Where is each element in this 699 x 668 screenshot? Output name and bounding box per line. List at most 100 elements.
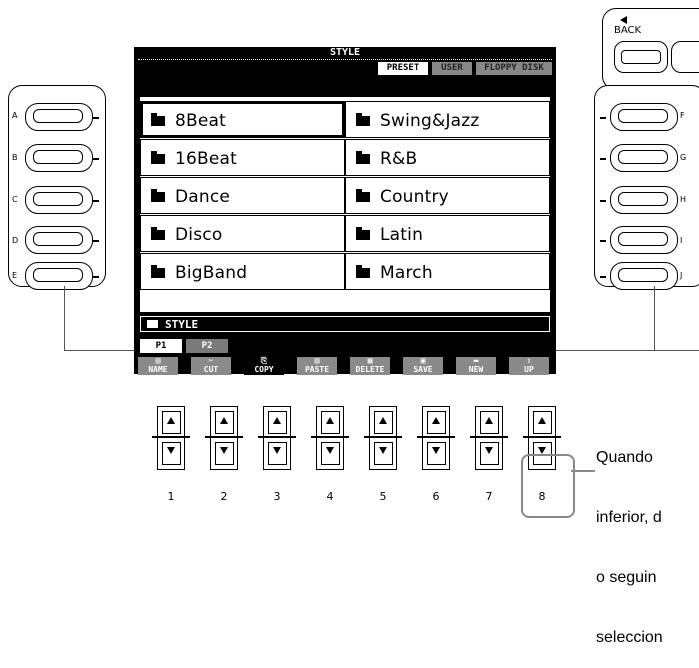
button-number-4: 4 [326,490,334,503]
side-letter-g: G [680,153,687,162]
side-dash [93,158,99,160]
list-item-8beat[interactable]: 8Beat [140,101,345,138]
list-item-label: Country [380,187,449,207]
side-dash [600,200,606,202]
side-button-b[interactable] [25,144,93,172]
connector-line [64,350,134,351]
side-button-f[interactable] [610,103,678,131]
side-letter-e: E [12,271,18,280]
new-folder-icon: ▬ [473,356,479,365]
func-delete[interactable]: ▦ DELETE [350,357,390,375]
side-button-g[interactable] [610,144,678,172]
paired-button-1[interactable] [152,406,190,470]
list-item-dance[interactable]: Dance [140,177,345,214]
func-label: DELETE [355,365,385,374]
side-letter-i: I [680,236,683,245]
paired-button-5[interactable] [364,406,402,470]
list-item-bigband[interactable]: BigBand [140,253,345,290]
instruction-note: Quando inferior, d o seguin seleccion [596,408,663,668]
side-button-a[interactable] [25,103,93,131]
copy-icon: ⎘ [260,356,268,365]
list-item-r-and-b[interactable]: R&B [345,139,550,176]
highlight-callout [521,454,575,518]
side-dash [600,240,606,242]
tab-floppy-disk[interactable]: FLOPPY DISK [476,62,552,75]
folder-icon [151,151,165,164]
page-tab-p2[interactable]: P2 [186,339,228,353]
side-button-d[interactable] [25,226,93,254]
scissors-icon: ✂ [208,356,214,365]
func-copy[interactable]: ⎘ COPY [244,357,284,375]
back-label: BACK [614,25,642,36]
side-letter-a: A [12,111,18,120]
name-icon: ▤ [155,356,161,365]
side-dash [600,276,606,278]
divider [205,436,243,438]
paired-button-3[interactable] [258,406,296,470]
paired-button-6[interactable] [417,406,455,470]
up-arrow-icon [326,417,334,424]
func-paste[interactable]: ▥ PASTE [297,357,337,375]
next-button[interactable] [671,41,699,73]
up-arrow-icon [167,417,175,424]
paired-button-4[interactable] [311,406,349,470]
tab-preset[interactable]: PRESET [378,62,428,75]
button-number-2: 2 [220,490,228,503]
list-item-16beat[interactable]: 16Beat [140,139,345,176]
side-button-c[interactable] [25,186,93,214]
folder-icon [356,151,370,164]
list-item-swing-jazz[interactable]: Swing&Jazz [345,101,550,138]
side-dash [93,276,99,278]
note-line: Quando [596,449,653,466]
folder-icon [356,265,370,278]
folder-icon [151,113,165,126]
button-number-1: 1 [167,490,175,503]
list-item-label: R&B [380,149,418,169]
style-list: 8Beat 16Beat Dance Disco BigBand Swing&J… [140,97,550,312]
func-label: NEW [468,365,484,374]
func-label: SAVE [413,365,433,374]
tab-user[interactable]: USER [432,62,472,75]
side-button-i[interactable] [610,226,678,254]
folder-icon [147,320,158,328]
page-tab-p1[interactable]: P1 [140,339,182,353]
button-number-3: 3 [273,490,281,503]
back-arrow-icon [620,16,627,24]
list-item-latin[interactable]: Latin [345,215,550,252]
list-item-label: 8Beat [175,111,227,131]
delete-icon: ▦ [367,356,373,365]
func-label: UP [524,365,534,374]
divider [470,436,508,438]
title-divider [138,59,552,61]
list-item-label: Disco [175,225,223,245]
screen-title: STYLE [329,47,361,58]
func-cut[interactable]: ✂ CUT [191,357,231,375]
side-letter-d: D [12,236,19,245]
down-arrow-icon [326,447,334,454]
func-new[interactable]: ▬ NEW [456,357,496,375]
down-arrow-icon [538,447,546,454]
side-button-e[interactable] [25,262,93,290]
side-dash [600,117,606,119]
list-item-march[interactable]: March [345,253,550,290]
side-button-j[interactable] [610,262,678,290]
side-letter-f: F [680,111,685,120]
divider [523,436,561,438]
side-letter-j: J [680,271,683,280]
divider [258,436,296,438]
paired-button-7[interactable] [470,406,508,470]
back-button[interactable] [614,41,668,73]
func-save[interactable]: ▣ SAVE [403,357,443,375]
list-item-country[interactable]: Country [345,177,550,214]
list-item-label: Latin [380,225,424,245]
side-button-h[interactable] [610,186,678,214]
folder-icon [151,189,165,202]
func-up[interactable]: ⇧ UP [509,357,549,375]
list-item-disco[interactable]: Disco [140,215,345,252]
side-dash [93,117,99,119]
func-name[interactable]: ▤ NAME [138,357,178,375]
list-item-label: BigBand [175,263,248,283]
folder-icon [151,227,165,240]
func-label: PASTE [304,365,330,374]
paired-button-2[interactable] [205,406,243,470]
